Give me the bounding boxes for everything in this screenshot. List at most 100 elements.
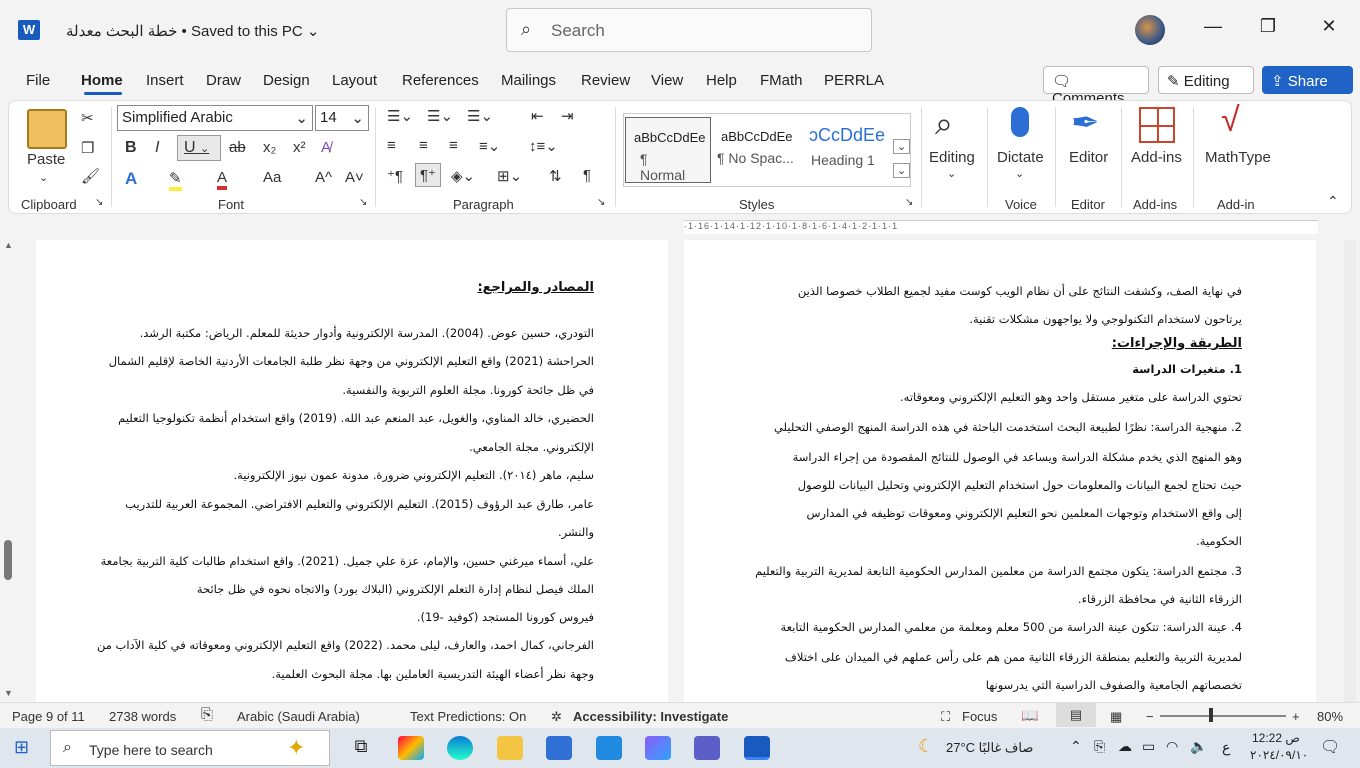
zoom-out-icon[interactable]: − [1146,709,1154,724]
document-page-left[interactable]: المصادر والمراجع: التودري، حسين عوض. (20… [36,240,668,702]
scroll-up-icon[interactable]: ▲ [4,240,13,250]
superscript-button[interactable]: x² [293,139,306,156]
text-predictions-status[interactable]: Text Predictions: On [410,709,526,724]
mail-icon[interactable] [596,736,622,760]
right-scroll-track[interactable] [1344,240,1356,702]
numbering-icon[interactable]: ☰⌄ [427,107,453,125]
styles-more-icon[interactable]: ⌄ [893,139,911,154]
left-to-right-icon[interactable]: ⁺¶ [387,167,403,185]
bold-button[interactable]: B [125,139,137,157]
tab-file[interactable]: File [26,72,50,89]
increase-indent-icon[interactable]: ⇥ [561,107,574,125]
italic-button[interactable]: I [155,139,159,157]
proofing-icon[interactable]: ⎘ [201,706,213,723]
bullets-icon[interactable]: ☰⌄ [387,107,413,125]
chevron-down-icon[interactable]: ⌄ [1015,167,1024,180]
language-status[interactable]: Arabic (Saudi Arabia) [237,709,360,724]
zoom-in-icon[interactable]: + [1292,709,1300,724]
minimize-button[interactable]: — [1198,16,1228,37]
add-ins-icon[interactable] [1139,107,1175,143]
editor-pen-icon[interactable]: ✒ [1071,103,1100,143]
justify-icon[interactable]: ≡⌄ [479,137,500,155]
text-effects-icon[interactable]: A [125,169,137,189]
wifi-icon[interactable]: ◠ [1166,738,1178,755]
style-no-spacing[interactable]: aBbCcDdEe ¶ No Spac... [715,117,801,183]
font-name-dropdown[interactable]: Simplified Arabic ⌄ [117,105,313,131]
zoom-level[interactable]: 80% [1317,709,1343,724]
weather-text[interactable]: 27°C صاف غالبًا [946,740,1033,756]
mathtype-button[interactable]: MathType [1205,149,1271,166]
tab-fmath[interactable]: FMath [760,72,803,89]
underline-button[interactable]: U ⌄ [177,135,221,161]
shading-icon[interactable]: ◈⌄ [451,167,475,185]
restore-button[interactable]: ❐ [1253,16,1283,37]
shrink-font-button[interactable]: A˅ [345,169,364,186]
clear-formatting-icon[interactable]: A̸ [321,139,331,156]
accessibility-status[interactable]: Accessibility: Investigate [573,709,728,724]
style-normal[interactable]: aBbCcDdEe ¶ Normal [625,117,711,183]
tab-design[interactable]: Design [263,72,310,89]
clock-date[interactable]: ٢٠٢٤/٠٩/١٠ [1250,748,1308,762]
mathtype-icon[interactable]: √ [1221,101,1240,140]
input-language[interactable]: ع [1222,739,1230,756]
font-size-dropdown[interactable]: 14 ⌄ [315,105,369,131]
word-taskbar-icon[interactable] [744,736,770,760]
align-center-icon[interactable]: ≡ [419,137,428,154]
avatar[interactable] [1135,15,1165,45]
dictate-button[interactable]: Dictate [997,149,1044,166]
collapse-ribbon-icon[interactable]: ⌃ [1327,193,1339,210]
taskbar-search[interactable]: ⌕ Type here to search ✦ [50,730,330,766]
document-page-right[interactable]: في نهاية الصف، وكشفت النتائج على أن نظام… [684,240,1316,702]
dialog-launcher-icon[interactable]: ↘ [359,197,367,208]
scroll-down-icon[interactable]: ▼ [4,688,13,698]
cut-icon[interactable]: ✂ [81,109,94,127]
borders-icon[interactable]: ⊞⌄ [497,167,522,185]
zoom-slider[interactable] [1160,715,1286,717]
battery-icon[interactable]: ▭ [1142,738,1155,755]
close-button[interactable]: ✕ [1314,16,1344,37]
dialog-launcher-icon[interactable]: ↘ [95,197,103,208]
read-mode-icon[interactable]: 📖 [1021,707,1038,724]
zoom-slider-thumb[interactable] [1209,708,1213,722]
file-explorer-icon[interactable] [497,736,523,760]
microphone-icon[interactable] [1011,107,1029,137]
sort-icon[interactable]: ⇅ [549,167,562,185]
clock-time[interactable]: 12:22 ص [1252,731,1300,745]
add-ins-button[interactable]: Add-ins [1131,149,1182,166]
font-color-icon[interactable]: A [217,169,228,190]
chevron-up-icon[interactable]: ⌃ [1070,738,1082,755]
document-title[interactable]: خطة البحث معدلة • Saved to this PC ⌄ [66,22,319,40]
chevron-down-icon[interactable]: ⌄ [39,171,48,184]
search-box[interactable]: ⌕ Search [506,8,872,52]
line-spacing-icon[interactable]: ↕≡⌄ [529,137,558,155]
store-icon[interactable] [546,736,572,760]
dialog-launcher-icon[interactable]: ↘ [597,197,605,208]
show-formatting-button[interactable]: ¶ [583,167,591,184]
chevron-down-icon[interactable]: ⌄ [947,167,956,180]
vertical-scrollbar-thumb[interactable] [4,540,12,580]
word-count[interactable]: 2738 words [109,709,176,724]
editing-button[interactable]: Editing [929,149,975,166]
print-layout-icon[interactable]: ▤ [1056,703,1096,727]
editor-button[interactable]: Editor [1069,149,1108,166]
copy-icon[interactable]: ❐ [81,139,94,157]
tab-mailings[interactable]: Mailings [501,72,556,89]
style-heading-1[interactable]: ɔCcDdEe Heading 1 [805,117,891,183]
dialog-launcher-icon[interactable]: ↘ [905,197,913,208]
decrease-indent-icon[interactable]: ⇤ [531,107,544,125]
copilot-icon[interactable] [398,736,424,760]
format-painter-icon[interactable]: 🖌 [81,167,100,185]
tray-icon[interactable]: ⎘ [1094,738,1105,755]
subscript-button[interactable]: x₂ [263,139,276,156]
change-case-button[interactable]: Aa [263,169,281,186]
tab-references[interactable]: References [402,72,479,89]
focus-button[interactable]: Focus [962,709,997,724]
page-count[interactable]: Page 9 of 11 [12,709,85,724]
tab-perrla[interactable]: PERRLA [824,72,884,89]
editing-mode-button[interactable]: ✎ Editing ⌄ [1158,66,1254,108]
comments-button[interactable]: 🗨 Comments [1043,66,1149,107]
app-icon[interactable] [645,736,671,760]
volume-icon[interactable]: 🔈 [1190,738,1207,755]
tab-view[interactable]: View [651,72,683,89]
align-left-icon[interactable]: ≡ [387,137,396,154]
